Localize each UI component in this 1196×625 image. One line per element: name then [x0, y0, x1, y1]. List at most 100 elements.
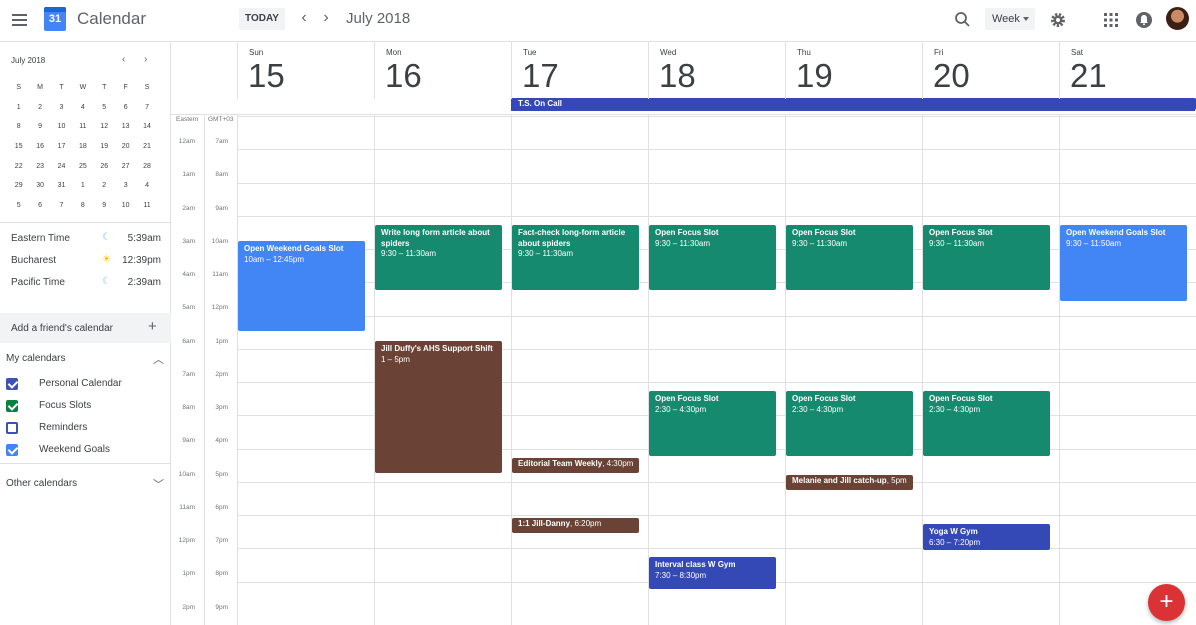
calendar-item[interactable]: Focus Slots: [6, 398, 166, 416]
day-header[interactable]: Wed 18: [648, 42, 785, 99]
day-header[interactable]: Fri 20: [922, 42, 1059, 99]
other-calendars-header[interactable]: Other calendars ﹀: [6, 478, 164, 491]
calendar-event[interactable]: Open Focus Slot 9:30 – 11:30am: [786, 225, 913, 290]
mini-calendar-day[interactable]: 9: [29, 117, 50, 137]
calendar-checkbox[interactable]: [6, 444, 18, 456]
mini-calendar-day[interactable]: 30: [29, 176, 50, 196]
mini-calendar-day[interactable]: 24: [51, 157, 72, 177]
mini-calendar-day[interactable]: 15: [8, 137, 29, 157]
primary-timezone-label: Eastern: [176, 116, 199, 123]
mini-calendar-day[interactable]: 23: [29, 157, 50, 177]
mini-calendar-day[interactable]: 27: [115, 157, 136, 177]
mini-calendar-day[interactable]: 2: [29, 98, 50, 118]
mini-calendar-day[interactable]: 20: [115, 137, 136, 157]
calendar-event[interactable]: Open Focus Slot 2:30 – 4:30pm: [649, 391, 776, 456]
mini-calendar-day[interactable]: 10: [115, 196, 136, 216]
all-day-event-title: T.S. On Call: [518, 99, 563, 108]
hour-label-primary: 7am: [182, 370, 195, 378]
day-header[interactable]: Sun 15: [237, 42, 374, 99]
mini-calendar-day[interactable]: 17: [51, 137, 72, 157]
mini-calendar-day[interactable]: 29: [8, 176, 29, 196]
create-event-button[interactable]: +: [1148, 584, 1185, 621]
search-icon[interactable]: [953, 10, 973, 30]
today-button[interactable]: TODAY: [239, 8, 285, 30]
mini-calendar-day[interactable]: 6: [115, 98, 136, 118]
mini-calendar-day[interactable]: 26: [94, 157, 115, 177]
mini-prev-month-icon[interactable]: ‹: [122, 54, 125, 65]
mini-calendar-day[interactable]: 1: [72, 176, 93, 196]
apps-grid-icon[interactable]: [1101, 10, 1121, 30]
calendar-event[interactable]: 1:1 Jill-Danny, 6:20pm: [512, 518, 639, 533]
all-day-event[interactable]: T.S. On Call: [511, 98, 1196, 111]
mini-calendar-day[interactable]: 4: [72, 98, 93, 118]
mini-calendar-day[interactable]: 22: [8, 157, 29, 177]
calendar-event[interactable]: Interval class W Gym 7:30 – 8:30pm: [649, 557, 776, 589]
calendar-event[interactable]: Write long form article about spiders 9:3…: [375, 225, 502, 290]
calendar-checkbox[interactable]: [6, 378, 18, 390]
settings-gear-icon[interactable]: [1048, 10, 1068, 30]
hour-label-primary: 2am: [182, 204, 195, 212]
calendar-item[interactable]: Personal Calendar: [6, 376, 166, 394]
day-header[interactable]: Sat 21: [1059, 42, 1196, 99]
mini-calendar-day[interactable]: 11: [72, 117, 93, 137]
event-title: Jill Duffy's AHS Support Shift: [381, 344, 493, 353]
mini-calendar-day[interactable]: 3: [51, 98, 72, 118]
calendar-event[interactable]: Open Weekend Goals Slot 9:30 – 11:50am: [1060, 225, 1187, 301]
mini-calendar-day[interactable]: 21: [136, 137, 157, 157]
view-selector[interactable]: Week: [985, 8, 1035, 30]
add-friend-calendar-input[interactable]: Add a friend's calendar +: [0, 313, 171, 343]
calendar-event[interactable]: Open Focus Slot 9:30 – 11:30am: [649, 225, 776, 290]
user-avatar[interactable]: [1166, 7, 1189, 30]
calendar-checkbox[interactable]: [6, 422, 18, 434]
mini-calendar-day[interactable]: 18: [72, 137, 93, 157]
add-icon[interactable]: +: [148, 318, 157, 335]
mini-calendar-day[interactable]: 14: [136, 117, 157, 137]
calendar-event[interactable]: Open Focus Slot 9:30 – 11:30am: [923, 225, 1050, 290]
weekday-header: W: [79, 84, 87, 91]
calendar-event[interactable]: Fact-check long-form article about spide…: [512, 225, 639, 290]
mini-calendar-day[interactable]: 8: [8, 117, 29, 137]
calendar-event[interactable]: Open Weekend Goals Slot 10am – 12:45pm: [238, 241, 365, 331]
notifications-bell-icon[interactable]: [1134, 10, 1154, 30]
mini-calendar-day[interactable]: 5: [8, 196, 29, 216]
calendar-event[interactable]: Open Focus Slot 2:30 – 4:30pm: [923, 391, 1050, 456]
calendar-event[interactable]: Editorial Team Weekly, 4:30pm: [512, 458, 639, 473]
calendar-event[interactable]: Open Focus Slot 2:30 – 4:30pm: [786, 391, 913, 456]
mini-calendar-day[interactable]: 19: [94, 137, 115, 157]
calendar-checkbox[interactable]: [6, 400, 18, 412]
calendar-item[interactable]: Weekend Goals: [6, 442, 166, 460]
mini-calendar-day[interactable]: 28: [136, 157, 157, 177]
mini-calendar-day[interactable]: 11: [136, 196, 157, 216]
clock-time: 12:39pm: [122, 255, 161, 266]
mini-calendar-day[interactable]: 7: [136, 98, 157, 118]
mini-calendar-day[interactable]: 4: [136, 176, 157, 196]
mini-calendar-day[interactable]: 7: [51, 196, 72, 216]
my-calendars-header[interactable]: My calendars ︿: [6, 353, 164, 366]
mini-calendar-day[interactable]: 9: [94, 196, 115, 216]
mini-calendar-day[interactable]: 12: [94, 117, 115, 137]
day-header[interactable]: Thu 19: [785, 42, 922, 99]
mini-calendar-day[interactable]: 31: [51, 176, 72, 196]
mini-calendar-day[interactable]: 3: [115, 176, 136, 196]
chevron-right-icon[interactable]: ›: [319, 10, 333, 28]
mini-calendar-day[interactable]: 16: [29, 137, 50, 157]
mini-calendar-day[interactable]: 6: [29, 196, 50, 216]
mini-calendar-day[interactable]: 25: [72, 157, 93, 177]
mini-calendar-day[interactable]: 10: [51, 117, 72, 137]
world-clock-row: Eastern Time ☾ 5:39am: [11, 231, 161, 249]
mini-calendar-day[interactable]: 8: [72, 196, 93, 216]
calendar-event[interactable]: Yoga W Gym 6:30 – 7:20pm: [923, 524, 1050, 550]
mini-calendar-day[interactable]: 2: [94, 176, 115, 196]
calendar-event[interactable]: Melanie and Jill catch-up, 5pm: [786, 475, 913, 490]
calendar-item[interactable]: Reminders: [6, 420, 166, 438]
day-header[interactable]: Mon 16: [374, 42, 511, 99]
mini-next-month-icon[interactable]: ›: [144, 54, 147, 65]
day-header[interactable]: Tue 17: [511, 42, 648, 99]
mini-calendar-day[interactable]: 13: [115, 117, 136, 137]
mini-calendar-day[interactable]: 5: [94, 98, 115, 118]
event-time: 1 – 5pm: [381, 354, 410, 364]
mini-calendar-day[interactable]: 1: [8, 98, 29, 118]
main-menu-icon[interactable]: [11, 11, 29, 29]
calendar-event[interactable]: Jill Duffy's AHS Support Shift 1 – 5pm: [375, 341, 502, 473]
chevron-left-icon[interactable]: ‹: [297, 10, 311, 28]
